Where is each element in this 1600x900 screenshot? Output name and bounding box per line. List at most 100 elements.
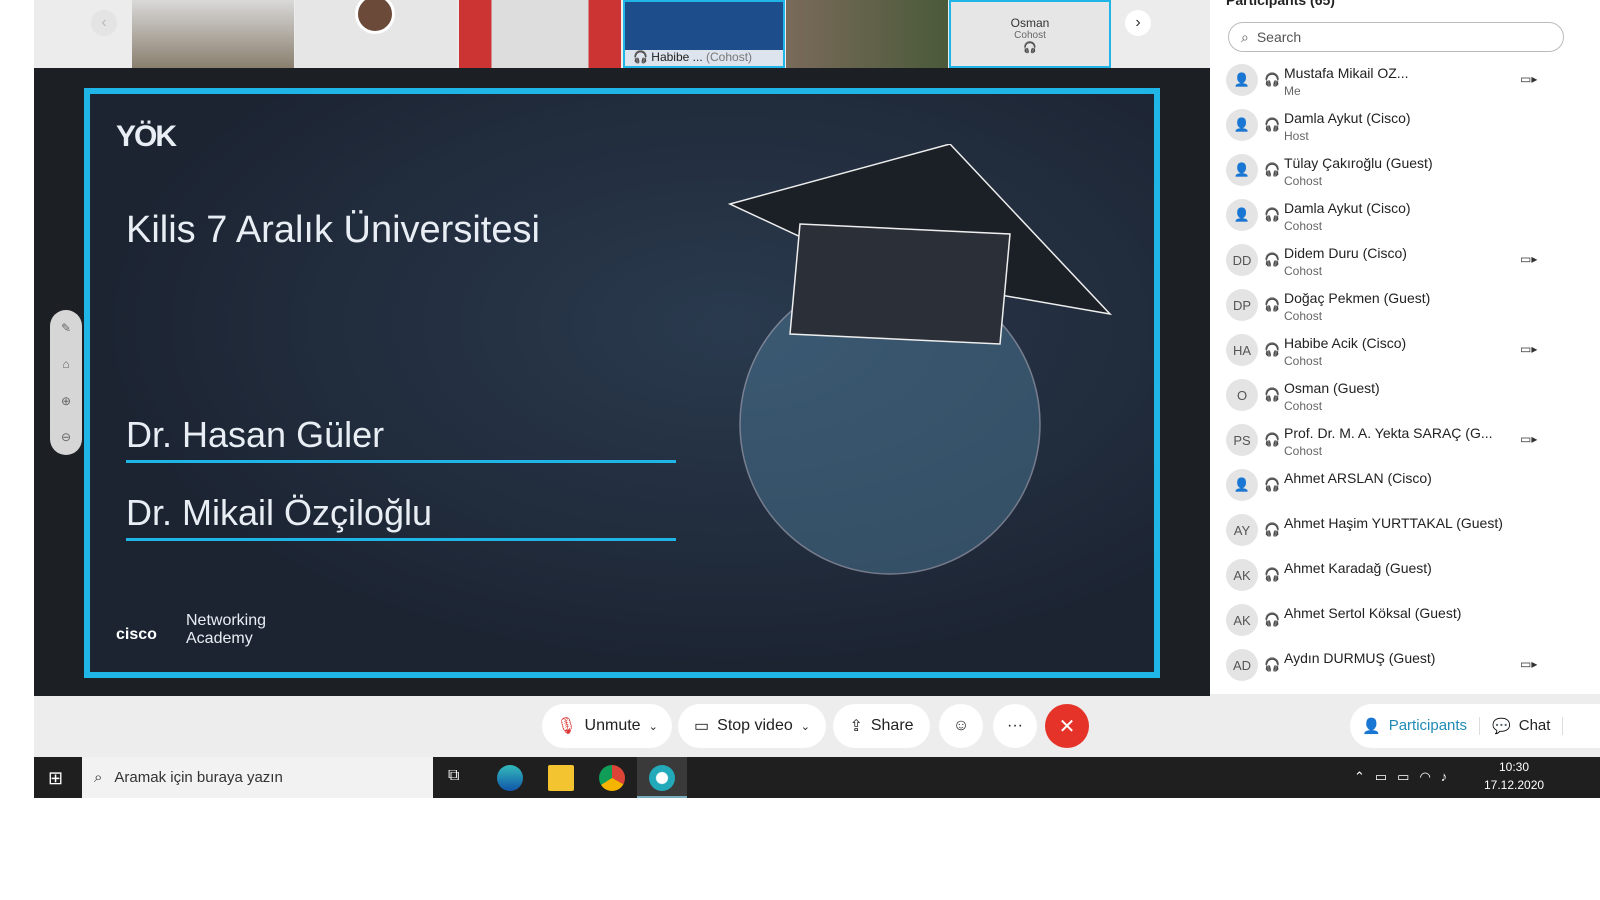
search-icon: ⌕ xyxy=(94,769,103,786)
participant-row[interactable]: O 🎧 Osman (Guest) Cohost xyxy=(1226,377,1586,422)
participant-row[interactable]: PS 🎧 Prof. Dr. M. A. Yekta SARAÇ (G... C… xyxy=(1226,422,1586,467)
participant-role: Cohost xyxy=(1284,444,1323,458)
avatar: DD xyxy=(1226,244,1258,276)
date: 17.12.2020 xyxy=(1484,778,1545,792)
participant-name: Damla Aykut (Cisco) xyxy=(1284,200,1411,216)
person-icon: 👤 xyxy=(1233,162,1251,177)
search-placeholder: Search xyxy=(1256,29,1302,45)
chevron-down-icon[interactable]: ⌄ xyxy=(801,720,810,733)
avatar: 👤 xyxy=(1226,469,1258,501)
zoom-out-icon[interactable]: ⊖ xyxy=(61,430,71,444)
participants-label: Participants xyxy=(1388,717,1468,734)
video-tile[interactable] xyxy=(295,0,457,68)
webex-icon[interactable] xyxy=(649,765,675,791)
headset-icon: 🎧 xyxy=(1264,72,1281,87)
avatar: AD xyxy=(1226,649,1258,681)
meeting-controls: 🎙 Unmute ⌄ ▭ Stop video ⌄ ⇪ Share ☺ ··· ✕ 👤 Pa… xyxy=(34,696,1600,757)
chevron-down-icon[interactable]: ⌄ xyxy=(649,720,658,733)
participant-row[interactable]: DD 🎧 Didem Duru (Cisco) Cohost ▭▸ xyxy=(1226,242,1586,287)
shared-content: YÖK Kilis 7 Aralık Üniversitesi Dr. Hasa… xyxy=(34,68,1210,696)
person-icon: 👤 xyxy=(1233,72,1251,87)
person-icon: 👤 xyxy=(1233,207,1251,222)
pointer-icon[interactable]: ⌂ xyxy=(62,357,69,371)
video-tile[interactable] xyxy=(459,0,621,68)
unmute-button[interactable]: 🎙 Unmute ⌄ xyxy=(542,704,672,748)
taskbar-search[interactable]: ⌕ Aramak için buraya yazın xyxy=(82,757,433,798)
headset-icon: 🎧 xyxy=(1264,297,1281,312)
headset-icon: 🎧 xyxy=(1264,477,1281,492)
share-icon: ⇪ xyxy=(849,718,863,735)
share-button[interactable]: ⇪ Share xyxy=(833,704,930,748)
system-tray-icons[interactable]: ⌃▭▭◠♪ xyxy=(1354,769,1457,785)
smiley-icon: ☺ xyxy=(952,717,970,734)
share-label: Share xyxy=(870,717,914,734)
participant-row[interactable]: 👤 🎧 Damla Aykut (Cisco) Cohost xyxy=(1226,197,1586,242)
avatar: PS xyxy=(1226,424,1258,456)
participant-role: Cohost xyxy=(1284,264,1323,278)
headset-icon: 🎧 xyxy=(1264,657,1281,672)
participant-name: Ahmet ARSLAN (Cisco) xyxy=(1284,470,1432,486)
camera-icon: ▭ xyxy=(694,718,710,735)
clock[interactable]: 10:30 17.12.2020 xyxy=(1484,760,1544,792)
unmute-label: Unmute xyxy=(584,717,641,734)
participant-row[interactable]: 👤 🎧 Ahmet ARSLAN (Cisco) xyxy=(1226,467,1586,512)
task-view-icon[interactable]: ⧉ xyxy=(448,767,459,785)
search-icon: ⌕ xyxy=(1241,28,1249,45)
tile-name: Osman xyxy=(1010,16,1050,30)
headset-icon: 🎧 xyxy=(1264,522,1281,537)
taskbar-search-placeholder: Aramak için buraya yazın xyxy=(114,769,283,786)
video-tile[interactable] xyxy=(132,0,294,68)
avatar: AK xyxy=(1226,559,1258,591)
annotation-toolbar: ✎ ⌂ ⊕ ⊖ xyxy=(50,310,82,455)
stop-video-label: Stop video xyxy=(717,717,793,734)
windows-start-icon[interactable]: ⊞ xyxy=(48,768,63,789)
presenter-name-2: Dr. Mikail Özçiloğlu xyxy=(126,492,433,533)
participant-role: Cohost xyxy=(1284,174,1323,188)
participant-name: Osman (Guest) xyxy=(1284,380,1380,396)
presentation-slide: YÖK Kilis 7 Aralık Üniversitesi Dr. Hasa… xyxy=(84,88,1160,678)
graduation-globe-graphic xyxy=(727,144,1113,575)
participant-search[interactable]: ⌕ Search xyxy=(1228,22,1564,52)
video-tile-active[interactable]: 🎧 Habibe ... (Cohost) xyxy=(623,0,785,68)
participants-button[interactable]: 👤 Participants xyxy=(1362,717,1481,735)
video-camera-icon: ▭▸ xyxy=(1520,72,1538,86)
more-options-button[interactable]: ··· xyxy=(993,704,1037,748)
reactions-button[interactable]: ☺ xyxy=(939,704,983,748)
video-tile[interactable] xyxy=(786,0,948,68)
headset-icon: 🎧 xyxy=(633,50,648,64)
participant-row[interactable]: DP 🎧 Doğaç Pekmen (Guest) Cohost xyxy=(1226,287,1586,332)
video-camera-icon: ▭▸ xyxy=(1520,657,1538,671)
file-explorer-icon[interactable] xyxy=(548,765,574,791)
video-tile[interactable]: Osman Cohost 🎧 xyxy=(949,0,1111,68)
avatar: DP xyxy=(1226,289,1258,321)
zoom-in-icon[interactable]: ⊕ xyxy=(61,394,71,408)
chat-button[interactable]: 💬 Chat xyxy=(1480,717,1564,735)
divider xyxy=(126,460,676,463)
participant-role: Me xyxy=(1284,84,1301,98)
participant-row[interactable]: 👤 🎧 Tülay Çakıroğlu (Guest) Cohost xyxy=(1226,152,1586,197)
participant-row[interactable]: AK 🎧 Ahmet Sertol Köksal (Guest) xyxy=(1226,602,1586,647)
presenter-name-1: Dr. Hasan Güler xyxy=(126,414,385,455)
video-camera-icon: ▭▸ xyxy=(1520,342,1538,356)
academy-text: Academy xyxy=(186,630,253,647)
participant-row[interactable]: 👤 🎧 Damla Aykut (Cisco) Host xyxy=(1226,107,1586,152)
participant-row[interactable]: 👤 🎧 Mustafa Mikail OZ... Me ▭▸ xyxy=(1226,62,1586,107)
edge-icon[interactable] xyxy=(497,765,523,791)
avatar: 👤 xyxy=(1226,199,1258,231)
stop-video-button[interactable]: ▭ Stop video ⌄ xyxy=(678,704,826,748)
annotate-icon[interactable]: ✎ xyxy=(61,321,71,335)
headset-icon: 🎧 xyxy=(1264,342,1281,357)
participants-icon: 👤 xyxy=(1362,718,1381,735)
participant-row[interactable]: HA 🎧 Habibe Acik (Cisco) Cohost ▭▸ xyxy=(1226,332,1586,377)
video-camera-icon: ▭▸ xyxy=(1520,432,1538,446)
participant-row[interactable]: AD 🎧 Aydın DURMUŞ (Guest) ▭▸ xyxy=(1226,647,1586,692)
leave-meeting-button[interactable]: ✕ xyxy=(1045,704,1089,748)
participant-name: Ahmet Haşim YURTTAKAL (Guest) xyxy=(1284,515,1503,531)
chrome-icon[interactable] xyxy=(599,765,625,791)
slide-title: Kilis 7 Aralık Üniversitesi xyxy=(126,209,540,251)
next-button[interactable]: › xyxy=(1125,10,1151,36)
participant-row[interactable]: AK 🎧 Ahmet Karadağ (Guest) xyxy=(1226,557,1586,602)
prev-button[interactable]: ‹ xyxy=(91,10,117,36)
participant-row[interactable]: AY 🎧 Ahmet Haşim YURTTAKAL (Guest) xyxy=(1226,512,1586,557)
divider xyxy=(126,538,676,541)
